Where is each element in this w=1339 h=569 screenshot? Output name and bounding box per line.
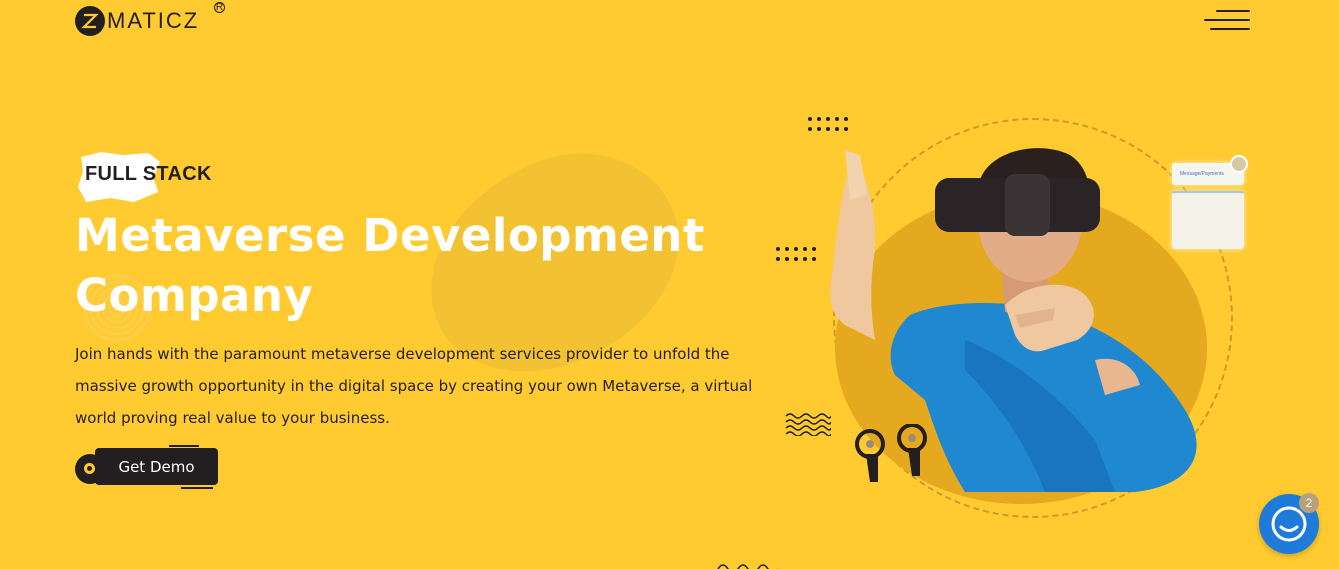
- cta-line-decoration: [181, 487, 213, 489]
- decorative-dots: [808, 117, 848, 131]
- decorative-wave: [785, 413, 831, 436]
- target-icon: [84, 463, 95, 474]
- hamburger-menu-icon[interactable]: [1202, 8, 1250, 34]
- brand-name: MATICZ: [107, 8, 200, 33]
- hero-description: Join hands with the paramount metaverse …: [75, 345, 753, 427]
- decorative-squiggle: [717, 564, 778, 569]
- registered-mark: R: [214, 2, 225, 13]
- logo-icon: [75, 6, 105, 36]
- cta-line-decoration: [169, 445, 199, 447]
- notification-badge: 2: [1299, 493, 1319, 513]
- hero-title: Metaverse Development Company: [75, 209, 705, 322]
- chat-card-title: Message/Payments: [1180, 171, 1224, 177]
- avatar: [1230, 155, 1248, 173]
- decorative-dots: [776, 247, 816, 261]
- get-demo-button[interactable]: Get Demo: [95, 448, 218, 485]
- hero-tag: FULL STACK: [85, 163, 212, 185]
- get-demo-cta[interactable]: Get Demo: [75, 445, 220, 489]
- brand-logo[interactable]: MATICZ R: [75, 2, 225, 38]
- floating-chat-card: Message/Payments: [1172, 163, 1244, 249]
- vr-controllers-icon: [855, 424, 927, 482]
